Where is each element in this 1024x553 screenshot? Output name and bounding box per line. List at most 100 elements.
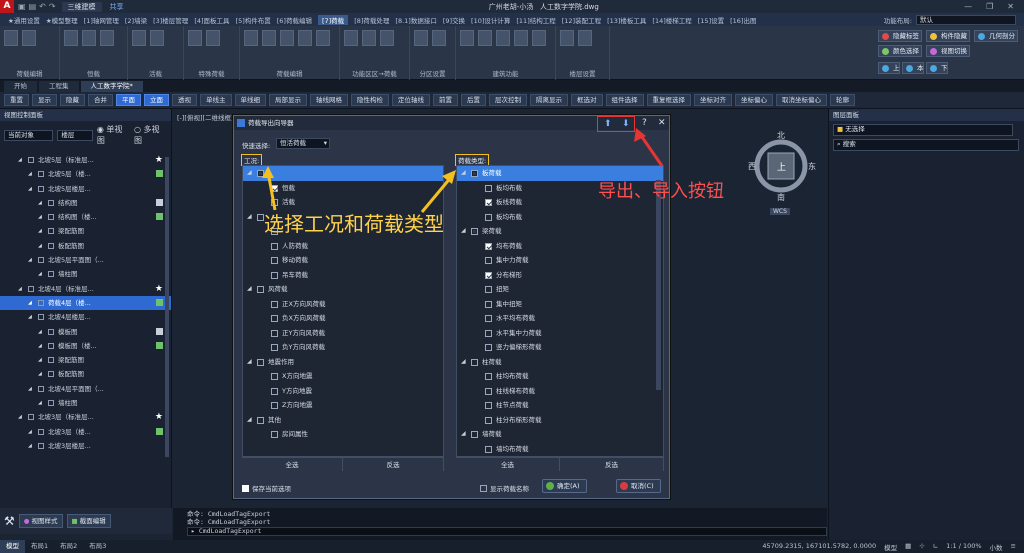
expand-icon[interactable]: ◢ (28, 382, 32, 396)
tree-row[interactable]: ◢ 荷载4层（楼... (0, 295, 171, 311)
visibility-checkbox[interactable] (48, 199, 54, 206)
ribbon-tool-icon[interactable] (298, 30, 312, 46)
ribbon-tool-icon[interactable] (4, 30, 18, 46)
expand-icon[interactable]: ◢ (38, 196, 42, 210)
option-checkbox[interactable] (485, 373, 492, 380)
ribbon-tool-icon[interactable] (316, 30, 330, 46)
option-checkbox[interactable] (485, 286, 492, 293)
expand-icon[interactable]: ◢ (38, 396, 42, 410)
option-checkbox[interactable] (271, 271, 278, 279)
ribbon-tab[interactable]: [7]荷载 (317, 14, 349, 25)
ribbon-right-button[interactable]: 构件隐藏 (926, 30, 970, 42)
tree-row[interactable]: ◢ 北坡5层（标准层... ★ (0, 153, 171, 167)
object-filter-select[interactable]: 当前对象 (4, 129, 54, 141)
tree-option-row[interactable]: 柱分布梯形荷载 (457, 413, 663, 428)
expand-icon[interactable]: ◢ (38, 267, 42, 281)
tree-option-row[interactable]: 正Y方向风荷载 (243, 326, 443, 341)
expand-icon[interactable]: ◢ (38, 239, 42, 253)
visibility-checkbox[interactable] (38, 257, 44, 264)
option-checkbox[interactable] (485, 184, 492, 192)
collapse-icon[interactable]: ◢ (461, 166, 466, 180)
ribbon-tab[interactable]: [4]面板工具 (194, 15, 229, 25)
tree-option-row[interactable]: 吊车荷载 (243, 268, 443, 283)
toolbar-button[interactable]: 局部显示 (269, 94, 307, 106)
star-icon[interactable]: ★ (155, 282, 163, 296)
toolbar-button[interactable]: 重置 (4, 94, 29, 106)
visibility-checkbox[interactable] (48, 242, 54, 249)
tree-option-row[interactable]: 竖力偏梯形荷载 (457, 340, 663, 355)
ribbon-tab[interactable]: [2]墙梁 (125, 15, 147, 25)
option-checkbox[interactable] (271, 184, 278, 192)
tree-option-row[interactable]: 集中扭矩 (457, 297, 663, 312)
help-icon[interactable]: ? (642, 118, 647, 128)
option-checkbox[interactable] (271, 329, 278, 337)
toolbar-button[interactable]: 轮廓 (830, 94, 855, 106)
toolbar-button[interactable]: 坐标对齐 (694, 94, 732, 106)
ortho-icon[interactable]: ∟ (933, 542, 938, 552)
tree-row[interactable]: ◢ 梁配筋图 (0, 353, 171, 367)
expand-icon[interactable]: ◢ (28, 167, 32, 181)
visibility-checkbox[interactable] (38, 385, 44, 392)
option-checkbox[interactable] (257, 170, 264, 177)
option-checkbox[interactable] (257, 358, 264, 366)
expand-icon[interactable]: ◢ (38, 210, 42, 224)
ok-button[interactable]: 确定(A) (542, 479, 587, 493)
tree-row[interactable]: ◢ 北坡5层楼层... (0, 182, 171, 196)
tree-row[interactable]: ◢ 北坡3层（楼... (0, 425, 171, 439)
toolbar-button[interactable]: 后置 (461, 94, 486, 106)
collapse-icon[interactable]: ◢ (461, 427, 466, 441)
option-checkbox[interactable] (485, 271, 492, 279)
collapse-icon[interactable]: ◢ (247, 282, 252, 296)
toolbar-button[interactable]: 透视 (172, 94, 197, 106)
tree-option-row[interactable]: 负X方向风荷载 (243, 311, 443, 326)
ribbon-tool-icon[interactable] (578, 30, 592, 46)
ribbon-tab[interactable]: [5]构件布置 (236, 15, 271, 25)
ribbon-tool-icon[interactable] (262, 30, 276, 46)
ribbon-tab[interactable]: [15]设置 (698, 15, 724, 25)
option-checkbox[interactable] (271, 257, 278, 264)
scale-readout[interactable]: 1:1 / 100% (946, 542, 981, 552)
tree-row[interactable]: ◢ 结构图（楼... (0, 210, 171, 224)
ribbon-tab[interactable]: [8.1]数据接口 (395, 15, 436, 25)
visibility-checkbox[interactable] (28, 285, 34, 292)
view-type-icon[interactable] (156, 170, 163, 178)
tree-option-row[interactable]: 分布梯形 (457, 268, 663, 283)
option-checkbox[interactable] (485, 445, 492, 453)
layout-input[interactable]: 默认 (916, 14, 1016, 25)
document-tab[interactable]: 人工数字学院* (80, 81, 143, 92)
expand-icon[interactable]: ◢ (18, 282, 22, 296)
case-select-all-button[interactable]: 全选 (242, 458, 343, 471)
ribbon-tab[interactable]: [9]交换 (443, 15, 465, 25)
ribbon-tool-icon[interactable] (82, 30, 96, 46)
option-checkbox[interactable] (271, 315, 278, 322)
ribbon-right-button[interactable]: 视图切换 (926, 45, 970, 57)
visibility-checkbox[interactable] (48, 214, 54, 221)
option-checkbox[interactable] (257, 286, 264, 293)
tree-option-row[interactable]: 柱均布荷载 (457, 369, 663, 384)
option-checkbox[interactable] (271, 387, 278, 395)
ribbon-tool-icon[interactable] (188, 30, 202, 46)
tree-row[interactable]: ◢ 板配筋图 (0, 239, 171, 253)
close-icon[interactable]: ✕ (1007, 2, 1014, 11)
tree-option-row[interactable]: 板均布载 (457, 210, 663, 225)
expand-icon[interactable]: ◢ (38, 325, 42, 339)
load-type-scrollbar[interactable] (656, 180, 661, 390)
ribbon-tool-icon[interactable] (560, 30, 574, 46)
tree-row[interactable]: ◢ 北坡4层楼层... (0, 310, 171, 324)
tree-option-row[interactable]: ◢ 风荷载 (243, 282, 443, 297)
workspace-selector[interactable]: 三维建模 (61, 1, 102, 12)
option-checkbox[interactable] (257, 416, 264, 424)
option-checkbox[interactable] (271, 242, 278, 250)
ribbon-tab[interactable]: [3]楼层管理 (153, 15, 188, 25)
ribbon-tab[interactable]: [8]荷载处理 (354, 15, 389, 25)
visibility-checkbox[interactable] (48, 271, 54, 278)
toolbar-button[interactable]: 立面 (144, 94, 169, 106)
tree-option-row[interactable]: ◢ 地震作用 (243, 355, 443, 370)
option-checkbox[interactable] (471, 358, 478, 366)
ribbon-tool-icon[interactable] (514, 30, 528, 46)
toolbar-button[interactable]: 坐标偏心 (735, 94, 773, 106)
view-type-icon[interactable] (156, 327, 163, 335)
option-checkbox[interactable] (271, 344, 278, 351)
option-checkbox[interactable] (485, 402, 492, 409)
tree-option-row[interactable]: 扭矩 (457, 282, 663, 297)
